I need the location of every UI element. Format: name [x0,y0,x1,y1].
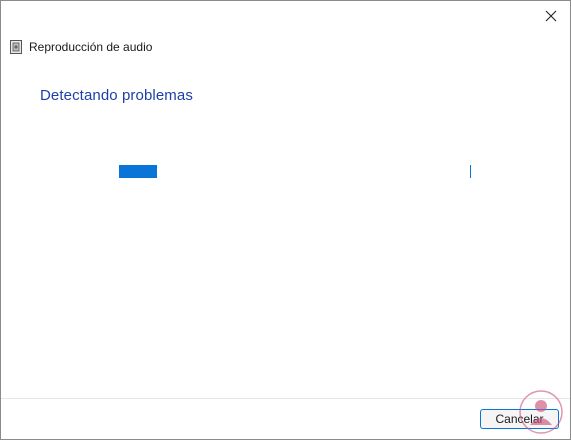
page-heading: Detectando problemas [40,87,193,104]
speaker-troubleshooter-icon [8,39,24,55]
close-button[interactable] [538,3,564,29]
troubleshooter-window: Reproducción de audio Detectando problem… [0,0,571,440]
close-icon [545,10,557,22]
progress-marquee-chunk [119,165,157,178]
window-title: Reproducción de audio [29,40,153,54]
progress-end-marker [470,165,471,178]
footer-divider [1,398,570,399]
progress-bar [119,165,471,178]
window-titlebar: Reproducción de audio [8,38,152,56]
solvetic-logo [519,390,563,434]
